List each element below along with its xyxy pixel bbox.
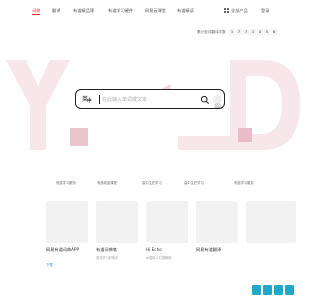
- text-cursor: [99, 95, 100, 104]
- all-products-link[interactable]: 全部产品: [231, 8, 248, 14]
- product-category-label: 高中生在学习: [142, 181, 162, 185]
- product-image[interactable]: [246, 201, 296, 243]
- language-toggle[interactable]: 英 中: [82, 94, 92, 104]
- search-icon[interactable]: [200, 95, 210, 105]
- product-name[interactable]: 网易有道词典APP: [46, 247, 79, 253]
- product-category-label: 有道学习服务: [56, 181, 76, 185]
- download-link[interactable]: 下载: [46, 262, 53, 267]
- counter-digit: 4: [257, 29, 263, 35]
- product-name[interactable]: 网易有道翻译: [196, 247, 221, 253]
- lang-secondary: 中: [87, 99, 92, 104]
- search-box[interactable]: 英 中: [75, 89, 225, 109]
- nav-item-learning-hardware[interactable]: 有道学习硬件: [108, 8, 133, 14]
- top-navigation: 词典 翻译 有道精品课 有道学习硬件 网易云课堂 有道精读 全部产品 登录: [0, 0, 300, 22]
- grid-icon[interactable]: [224, 8, 229, 13]
- query-counter-digits: 1 7 7 1 4 5 6: [229, 29, 277, 35]
- logo-icon: [252, 285, 294, 295]
- product-description: AI虚拟人口语教练: [146, 256, 172, 260]
- product-category-label: 有道精品课程: [97, 181, 117, 185]
- product-image[interactable]: [46, 201, 88, 243]
- counter-digit: 6: [271, 29, 277, 35]
- active-tab-indicator: [32, 14, 40, 15]
- counter-digit: 1: [250, 29, 256, 35]
- product-image[interactable]: [96, 201, 138, 243]
- login-link[interactable]: 登录: [261, 8, 269, 14]
- search-input[interactable]: [102, 94, 194, 105]
- nav-item-translate[interactable]: 翻译: [52, 8, 60, 14]
- nav-item-netease-cloud-class[interactable]: 网易云课堂: [145, 8, 166, 14]
- counter-digit: 7: [243, 29, 249, 35]
- nav-item-premium-courses[interactable]: 有道精品课: [73, 8, 94, 14]
- camera-icon[interactable]: [213, 95, 222, 108]
- counter-digit: 7: [236, 29, 242, 35]
- product-image[interactable]: [146, 201, 188, 243]
- query-counter-label: 累计查词翻译次数: [197, 30, 226, 34]
- counter-digit: 5: [264, 29, 270, 35]
- product-category-label: 有道学习服务: [234, 181, 254, 185]
- product-category-label: 高中生在学习: [184, 181, 204, 185]
- product-image[interactable]: [196, 201, 238, 243]
- product-name[interactable]: 有道词典笔: [96, 247, 117, 253]
- nav-item-intensive-reading[interactable]: 有道精读: [177, 8, 194, 14]
- product-description: 查词学习好帮手: [96, 256, 119, 260]
- counter-digit: 1: [229, 29, 235, 35]
- product-name[interactable]: Hi Echo: [146, 247, 162, 252]
